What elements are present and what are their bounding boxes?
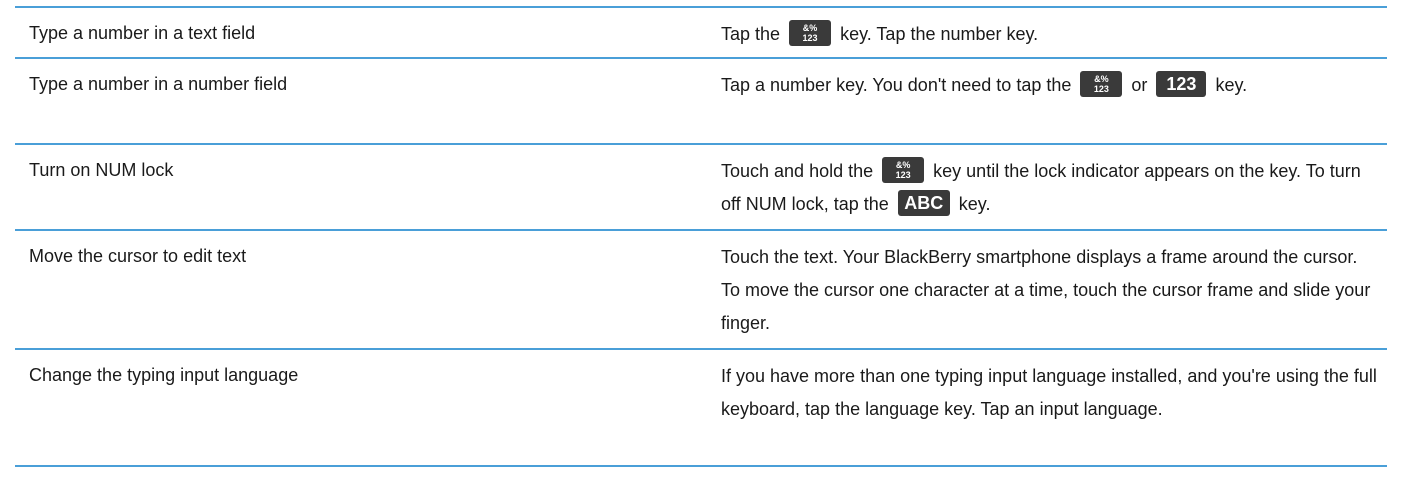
description-text: key. — [958, 194, 991, 214]
table-row: Turn on NUM lock Touch and hold the &% 1… — [15, 143, 1387, 229]
number-key-icon: 123 — [1156, 71, 1207, 98]
description-cell: Touch and hold the &% 123 key until the … — [721, 145, 1387, 229]
description-text: Touch and hold the — [721, 161, 874, 181]
table-row: Move the cursor to edit text Touch the t… — [15, 229, 1387, 348]
description-cell: Tap a number key. You don't need to tap … — [721, 59, 1387, 143]
symbol-key-bottom-label: 123 — [802, 33, 818, 44]
action-cell: Change the typing input language — [29, 365, 299, 385]
description-text: key. Tap the number key. — [840, 24, 1039, 44]
symbol-key-bottom-label: 123 — [895, 170, 911, 181]
description-cell: Touch the text. Your BlackBerry smartpho… — [721, 231, 1387, 348]
description-text: key. — [1215, 75, 1248, 95]
table-row: Type a number in a text field Tap the &%… — [15, 6, 1387, 57]
description-cell: If you have more than one typing input l… — [721, 350, 1387, 465]
shortcut-table: Type a number in a text field Tap the &%… — [15, 6, 1387, 467]
table-row: Change the typing input language If you … — [15, 348, 1387, 467]
symbol-key-top-label: &% — [802, 23, 818, 34]
symbol-key-icon: &% 123 — [882, 157, 925, 184]
description-text: Touch the text. Your BlackBerry smartpho… — [721, 247, 1371, 333]
description-text: If you have more than one typing input l… — [721, 366, 1377, 419]
description-text: Tap a number key. You don't need to tap … — [721, 75, 1072, 95]
action-cell: Move the cursor to edit text — [29, 246, 247, 266]
symbol-key-bottom-label: 123 — [1093, 84, 1109, 95]
action-cell: Type a number in a number field — [29, 74, 288, 94]
action-cell: Type a number in a text field — [29, 23, 256, 43]
symbol-key-top-label: &% — [1094, 74, 1109, 85]
description-cell: Tap the &% 123 key. Tap the number key. — [721, 8, 1387, 57]
abc-key-icon: ABC — [897, 190, 950, 217]
symbol-key-icon: &% 123 — [789, 20, 832, 47]
table-row: Type a number in a number field Tap a nu… — [15, 57, 1387, 143]
symbol-key-icon: &% 123 — [1080, 71, 1123, 98]
description-text: Tap the — [721, 24, 781, 44]
action-cell: Turn on NUM lock — [29, 160, 174, 180]
symbol-key-top-label: &% — [895, 160, 911, 171]
description-text: or — [1131, 75, 1148, 95]
